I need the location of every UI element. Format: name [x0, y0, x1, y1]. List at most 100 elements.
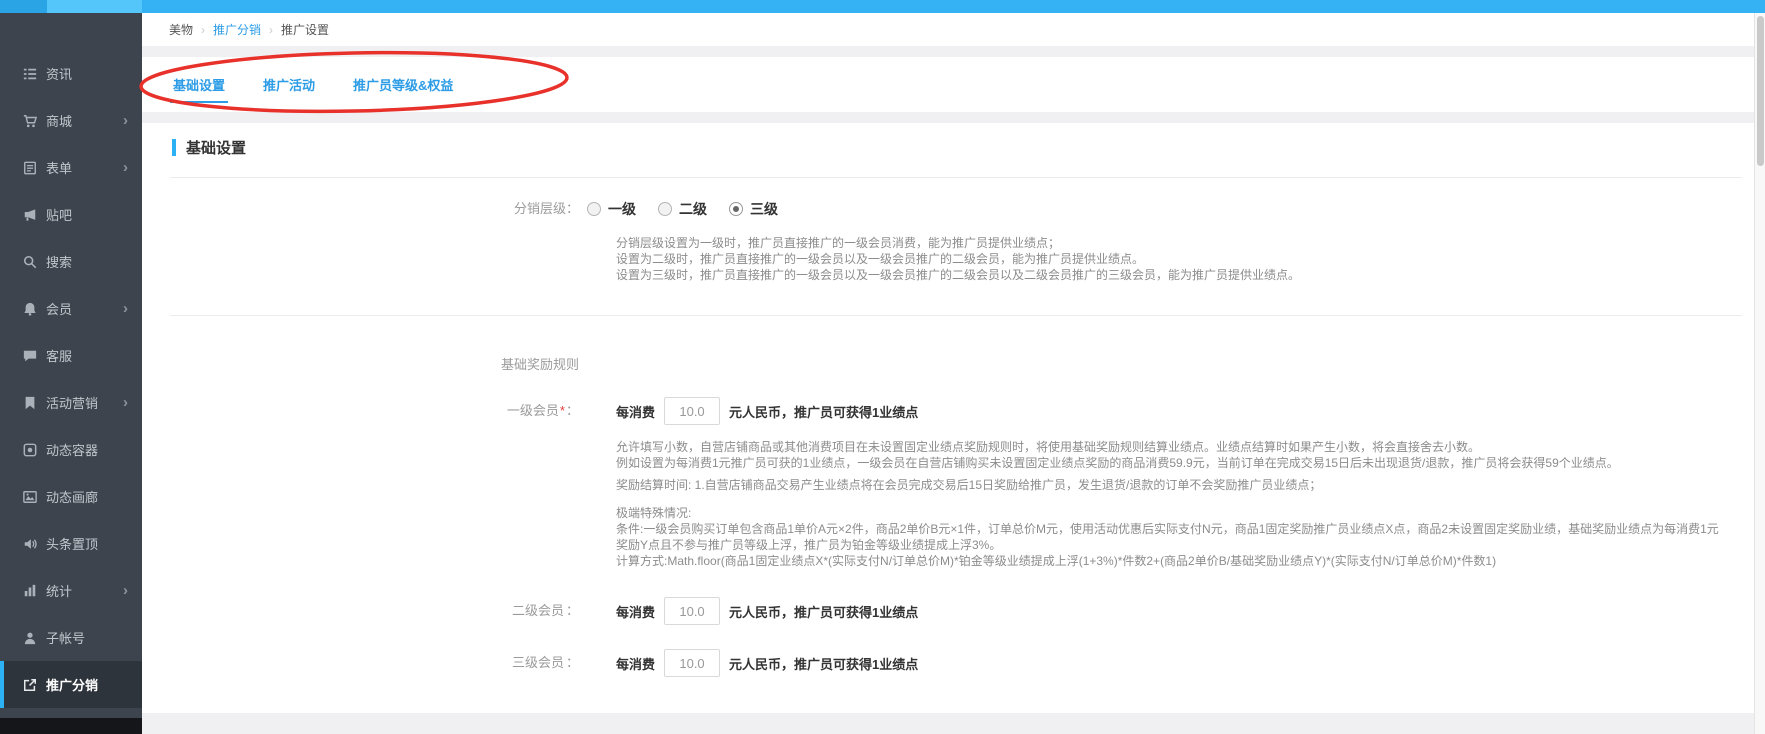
label-colon: ： [566, 655, 579, 670]
bookmark-icon [22, 395, 37, 410]
main-area: 美物 › 推广分销 › 推广设置 基础设置 推广活动 推广员等级&权益 基础设置… [142, 13, 1754, 734]
gallery-image-icon [22, 489, 37, 504]
sidebar-item-tieba[interactable]: 贴吧 [0, 191, 142, 238]
consume-prefix: 每消费 [616, 402, 655, 421]
radio-icon[interactable] [658, 202, 672, 216]
level3-amount-input[interactable] [664, 649, 720, 677]
section-header: 基础设置 [172, 137, 1754, 158]
sidebar-item-dynamic-gallery[interactable]: 动态画廊 [0, 473, 142, 520]
sidebar-item-search[interactable]: 搜索 [0, 238, 142, 285]
sidebar-item-label: 子帐号 [46, 628, 85, 647]
breadcrumb-current: 推广设置 [281, 21, 329, 38]
settings-panel: 基础设置 分销层级： 一级 二级 三级 分销层级设置 [142, 123, 1754, 713]
sidebar-bottom-strip [0, 718, 142, 734]
chevron-right-icon: › [123, 160, 128, 175]
bar-chart-icon [22, 583, 37, 598]
distribution-level-label: 分销层级： [142, 199, 579, 219]
description-line: 允许填写小数，自营店铺商品或其他消费项目在未设置固定业绩点奖励规则时，将使用基础… [616, 439, 1754, 455]
news-list-icon [22, 66, 37, 81]
tab-promotion-activity[interactable]: 推广活动 [260, 56, 318, 113]
distribution-level-radio-group: 一级 二级 三级 [587, 199, 800, 219]
distribution-level-row: 分销层级： 一级 二级 三级 [142, 199, 1754, 219]
breadcrumb-link-distribution[interactable]: 推广分销 [213, 21, 261, 38]
radio-option-level-3[interactable]: 三级 [729, 199, 778, 219]
description-line: 极端特殊情况: [616, 505, 1754, 521]
description-line: 设置为三级时，推广员直接推广的一级会员以及一级会员推广的二级会员以及二级会员推广… [616, 267, 1736, 283]
sidebar-item-statistics[interactable]: 统计 › [0, 567, 142, 614]
level3-member-row: 三级会员： 每消费 元人民币，推广员可获得1业绩点 [142, 649, 1754, 677]
tab-basic-settings[interactable]: 基础设置 [170, 56, 228, 113]
sidebar-item-label: 商城 [46, 111, 72, 130]
consume-suffix: 元人民币，推广员可获得1业绩点 [729, 654, 918, 673]
sidebar-item-label: 推广分销 [46, 675, 98, 694]
label-text: 三级会员 [512, 655, 564, 670]
level1-member-content: 每消费 元人民币，推广员可获得1业绩点 [616, 397, 918, 425]
sidebar-item-label: 客服 [46, 346, 72, 365]
level3-member-content: 每消费 元人民币，推广员可获得1业绩点 [616, 649, 918, 677]
sidebar-item-sub-account[interactable]: 子帐号 [0, 614, 142, 661]
sidebar-item-news[interactable]: 资讯 [0, 50, 142, 97]
spacer [142, 112, 1754, 123]
bell-icon [22, 301, 37, 316]
description-line: 分销层级设置为一级时，推广员直接推广的一级会员消费，能为推广员提供业绩点； [616, 235, 1736, 251]
tab-label: 基础设置 [173, 78, 225, 93]
level1-member-label: 一级会员*： [142, 401, 579, 421]
description-line: 奖励Y点且不参与推广员等级上浮，推广员为铂金等级业绩提成上浮3%。 [616, 537, 1754, 553]
scrollbar-thumb[interactable] [1757, 16, 1764, 166]
sidebar-item-activity-marketing[interactable]: 活动营销 › [0, 379, 142, 426]
divider [170, 177, 1742, 178]
sidebar-item-headline-pin[interactable]: 头条置顶 [0, 520, 142, 567]
top-bar [0, 0, 1765, 13]
label-text: 一级会员 [507, 403, 559, 418]
level1-member-row: 一级会员*： 每消费 元人民币，推广员可获得1业绩点 [142, 397, 1754, 425]
sidebar-item-customer-service[interactable]: 客服 [0, 332, 142, 379]
sidebar-item-forms[interactable]: 表单 › [0, 144, 142, 191]
sidebar-item-label: 头条置顶 [46, 534, 98, 553]
level1-amount-input[interactable] [664, 397, 720, 425]
level3-member-label: 三级会员： [142, 653, 579, 673]
cart-icon [22, 113, 37, 128]
breadcrumb: 美物 › 推广分销 › 推广设置 [142, 13, 1754, 46]
sidebar-item-label: 贴吧 [46, 205, 72, 224]
sidebar-item-label: 资讯 [46, 64, 72, 83]
sidebar-item-dynamic-container[interactable]: 动态容器 [0, 426, 142, 473]
megaphone-icon [22, 207, 37, 222]
reward-rules-group-label: 基础奖励规则 [501, 354, 1754, 373]
sidebar-item-mall[interactable]: 商城 › [0, 97, 142, 144]
sidebar-item-label: 搜索 [46, 252, 72, 271]
level2-member-row: 二级会员： 每消费 元人民币，推广员可获得1业绩点 [142, 597, 1754, 625]
settlement-time-line: 奖励结算时间: 1.自营店铺商品交易产生业绩点将在会员完成交易后15日奖励给推广… [616, 477, 1754, 493]
radio-icon[interactable] [729, 202, 743, 216]
radio-option-level-1[interactable]: 一级 [587, 199, 636, 219]
sidebar-item-members[interactable]: 会员 › [0, 285, 142, 332]
description-line: 例如设置为每消费1元推广员可获的1业绩点，一级会员在自营店铺购买未设置固定业绩点… [616, 455, 1754, 471]
topbar-logo-segment [47, 0, 142, 13]
divider [170, 315, 1742, 316]
radio-icon[interactable] [587, 202, 601, 216]
label-colon: ： [566, 603, 579, 618]
speaker-icon [22, 536, 37, 551]
sidebar-item-label: 会员 [46, 299, 72, 318]
breadcrumb-separator-icon: › [201, 23, 205, 37]
scrollbar[interactable] [1754, 13, 1765, 734]
level2-amount-input[interactable] [664, 597, 720, 625]
chat-bubble-icon [22, 348, 37, 363]
tab-promoter-level-rights[interactable]: 推广员等级&权益 [350, 56, 456, 113]
radio-label: 三级 [750, 199, 778, 219]
description-line: 条件:一级会员购买订单包含商品1单价A元×2件，商品2单价B元×1件，订单总价M… [616, 521, 1754, 537]
sidebar-item-promotion-distribution[interactable]: 推广分销 [0, 661, 142, 708]
container-icon [22, 442, 37, 457]
required-asterisk: * [560, 403, 565, 418]
tab-bar: 基础设置 推广活动 推广员等级&权益 [142, 57, 1754, 112]
radio-option-level-2[interactable]: 二级 [658, 199, 707, 219]
topbar-left-segment [0, 0, 47, 13]
distribution-level-description: 分销层级设置为一级时，推广员直接推广的一级会员消费，能为推广员提供业绩点； 设置… [616, 235, 1736, 283]
sidebar-item-label: 动态容器 [46, 440, 98, 459]
sidebar-item-label: 表单 [46, 158, 72, 177]
form-icon [22, 160, 37, 175]
breadcrumb-root[interactable]: 美物 [169, 21, 193, 38]
chevron-right-icon: › [123, 583, 128, 598]
sidebar-item-label: 统计 [46, 581, 72, 600]
formula-line: 计算方式:Math.floor(商品1固定业绩点X*(实际支付N/订单总价M)*… [616, 553, 1754, 569]
consume-suffix: 元人民币，推广员可获得1业绩点 [729, 402, 918, 421]
